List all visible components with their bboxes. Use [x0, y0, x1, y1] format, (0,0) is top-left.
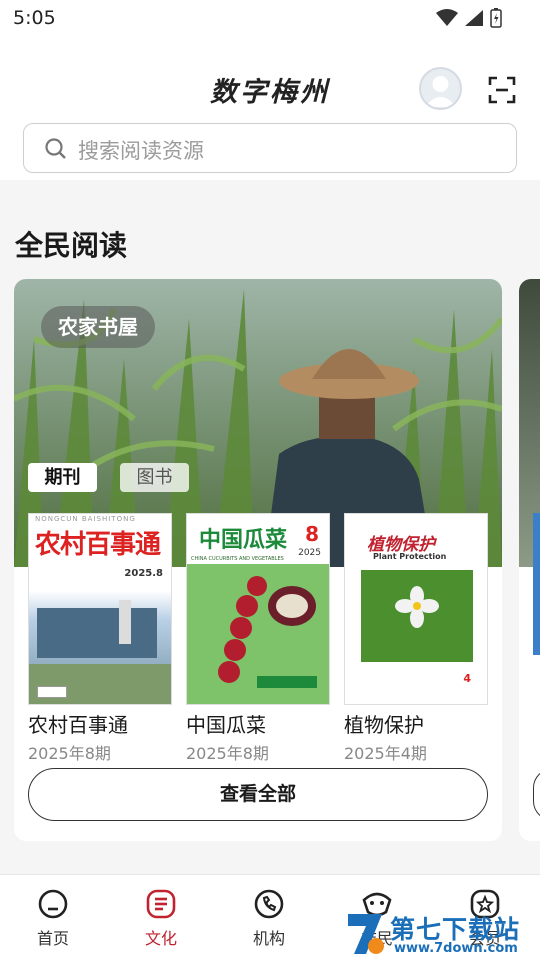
cover-issue: 4: [463, 672, 471, 685]
cover-title: 农村百事通: [35, 530, 161, 560]
magazine-issue: 2025年4期: [344, 744, 427, 763]
nav-label: 文化: [144, 929, 177, 948]
watermark: 第七下载站 www.7down.com: [344, 908, 540, 960]
cover-year: 2025: [298, 548, 321, 558]
signal-icon: [465, 10, 483, 26]
magazine-cover[interactable]: 中国瓜菜 8 2025 CHINA CUCURBITS AND VEGETABL…: [186, 513, 330, 705]
wifi-icon: [436, 9, 458, 26]
section-title: 全民阅读: [15, 229, 128, 262]
cover-subtitle: NONGCUN BAISHITONG: [35, 515, 136, 523]
home-icon: [38, 889, 68, 919]
user-avatar[interactable]: [419, 67, 462, 110]
magazine-item[interactable]: NONGCUN BAISHITONG 农村百事通 2025.8 农村百事通 20…: [28, 513, 172, 764]
avatar-person-icon: [425, 76, 456, 107]
status-time: 5:05: [13, 7, 56, 29]
tab-books[interactable]: 图书: [120, 463, 189, 492]
magazine-item[interactable]: 中国瓜菜 8 2025 CHINA CUCURBITS AND VEGETABL…: [186, 513, 330, 764]
magazine-name: 农村百事通: [28, 713, 128, 737]
cover-subtitle: Plant Protection: [373, 552, 447, 561]
view-all-button[interactable]: 查看全部: [28, 768, 488, 821]
magazine-item[interactable]: 植物保护 Plant Protection 4 植物保护 2025年4期: [344, 513, 488, 764]
status-bar: 5:05: [0, 0, 540, 36]
magazine-cover[interactable]: 植物保护 Plant Protection 4: [344, 513, 488, 705]
battery-icon: [490, 8, 502, 28]
nav-label: 首页: [36, 929, 69, 948]
next-card-cover: [533, 513, 540, 655]
watermark-url: www.7down.com: [394, 941, 518, 956]
next-card-peek[interactable]: [519, 279, 540, 841]
cover-title: 中国瓜菜: [199, 528, 288, 553]
watermark-logo-icon: [348, 914, 384, 954]
nav-item-home[interactable]: 首页: [13, 885, 93, 949]
culture-icon: [146, 889, 176, 919]
institution-icon: [254, 889, 284, 919]
cover-subtitle: CHINA CUCURBITS AND VEGETABLES: [191, 556, 284, 562]
nav-label: 机构: [252, 929, 285, 948]
magazine-issue: 2025年8期: [28, 744, 111, 763]
tab-periodicals[interactable]: 期刊: [28, 463, 97, 492]
magazine-name: 植物保护: [344, 713, 424, 737]
system-icons: [436, 8, 502, 28]
magazine-cover[interactable]: NONGCUN BAISHITONG 农村百事通 2025.8: [28, 513, 172, 705]
search-bar[interactable]: 搜索阅读资源: [23, 123, 517, 173]
search-placeholder: 搜索阅读资源: [78, 139, 204, 163]
reading-card[interactable]: 农家书屋 期刊 图书 NONGCUN BAISHITONG 农村百事通 2025…: [14, 279, 502, 841]
search-icon: [45, 138, 66, 159]
category-badge: 农家书屋: [41, 306, 155, 348]
magazine-name: 中国瓜菜: [186, 713, 266, 737]
cover-issue: 8: [305, 522, 319, 546]
cover-issue: 2025.8: [124, 568, 163, 579]
next-card-button[interactable]: [533, 768, 540, 821]
nav-item-culture[interactable]: 文化: [121, 885, 201, 949]
header: 数字梅州 搜索阅读资源: [0, 36, 540, 180]
magazine-issue: 2025年8期: [186, 744, 269, 763]
scan-icon[interactable]: [488, 76, 516, 104]
nav-item-institution[interactable]: 机构: [229, 885, 309, 949]
